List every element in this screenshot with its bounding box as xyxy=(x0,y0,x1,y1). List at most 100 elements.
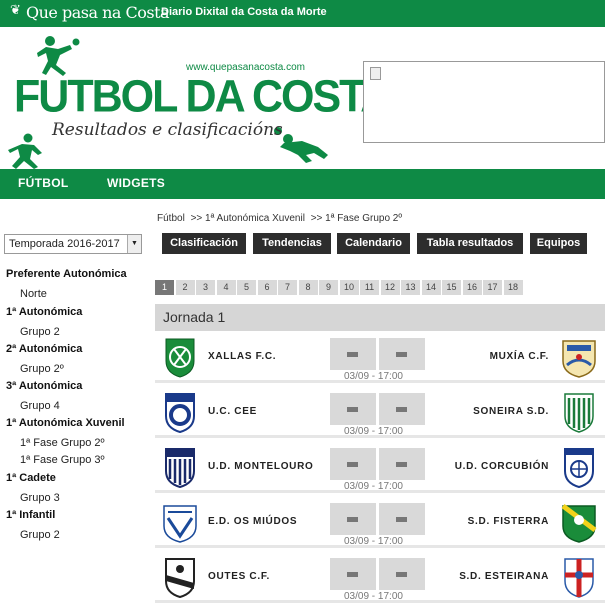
score-dash xyxy=(396,352,407,357)
os-miudos-crest-icon xyxy=(163,505,197,543)
round-button[interactable]: 15 xyxy=(442,280,461,295)
player-kicking-icon xyxy=(37,36,80,76)
score-dash xyxy=(347,572,358,577)
round-button[interactable]: 18 xyxy=(503,280,523,295)
home-score-box xyxy=(330,448,376,480)
montelouro-crest-icon xyxy=(165,448,195,489)
away-team-name[interactable]: S.D. FISTERRA xyxy=(468,516,549,527)
broken-image-icon xyxy=(370,67,381,80)
round-button[interactable]: 9 xyxy=(319,280,338,295)
muxia-crest-icon xyxy=(562,340,596,378)
home-score-box xyxy=(330,558,376,590)
sidebar-section-2-autonomica[interactable]: 2ª Autonómica xyxy=(6,343,82,355)
round-button[interactable]: 5 xyxy=(237,280,256,295)
round-button[interactable]: 1 xyxy=(155,280,174,295)
home-team-name[interactable]: E.D. OS MIÚDOS xyxy=(208,516,297,527)
breadcrumb: Fútbol >> 1ª Autonómica Xuvenil >> 1ª Fa… xyxy=(157,213,405,224)
sidebar-section-preferente[interactable]: Preferente Autonómica xyxy=(6,268,127,280)
sidebar-item[interactable]: Grupo 4 xyxy=(20,400,60,412)
season-select-value: Temporada 2016-2017 xyxy=(9,238,120,250)
sidebar-item[interactable]: Norte xyxy=(20,288,47,300)
player-running-icon xyxy=(8,133,42,169)
uc-cee-crest-icon xyxy=(165,393,195,434)
round-button[interactable]: 10 xyxy=(339,280,359,295)
away-team-name[interactable]: U.D. CORCUBIÓN xyxy=(455,461,549,472)
sidebar-section-1-autonomica[interactable]: 1ª Autonómica xyxy=(6,306,82,318)
logo-title[interactable]: FUTBOL DA COSTA xyxy=(14,72,391,123)
match-row[interactable]: U.C. CEE 03/09 - 17:00 SONEIRA S.D. xyxy=(155,386,605,438)
main-nav: FÚTBOL WIDGETS xyxy=(0,169,605,199)
xallas-crest-icon xyxy=(165,338,195,378)
home-score-box xyxy=(330,503,376,535)
match-time: 03/09 - 17:00 xyxy=(344,591,403,602)
tab-calendario[interactable]: Calendario xyxy=(337,233,410,254)
sidebar-item[interactable]: Grupo 2 xyxy=(20,529,60,541)
brand-logo-text[interactable]: Que pasa na Costa xyxy=(26,3,170,22)
match-row[interactable]: E.D. OS MIÚDOS 03/09 - 17:00 S.D. FISTER… xyxy=(155,496,605,548)
nav-item-widgets[interactable]: WIDGETS xyxy=(107,176,165,190)
sidebar-section-1-xuvenil[interactable]: 1ª Autonómica Xuvenil xyxy=(6,417,125,429)
sidebar-item[interactable]: Grupo 2º xyxy=(20,363,64,375)
ad-banner[interactable] xyxy=(363,61,605,143)
tab-tendencias[interactable]: Tendencias xyxy=(253,233,331,254)
breadcrumb-item[interactable]: >> 1ª Fase Grupo 2º xyxy=(311,213,402,224)
home-team-name[interactable]: OUTES C.F. xyxy=(208,571,270,582)
site-header: www.quepasanacosta.com FUTBOL DA COSTA R… xyxy=(0,27,605,169)
home-score-box xyxy=(330,393,376,425)
score-dash xyxy=(347,352,358,357)
sidebar-section-1-cadete[interactable]: 1ª Cadete xyxy=(6,472,56,484)
match-row[interactable]: U.D. MONTELOURO 03/09 - 17:00 U.D. CORCU… xyxy=(155,441,605,493)
breadcrumb-item[interactable]: >> 1ª Autonómica Xuvenil xyxy=(191,213,305,224)
score-dash xyxy=(396,407,407,412)
jornada-header: Jornada 1 xyxy=(155,304,605,331)
sidebar-item[interactable]: 1ª Fase Grupo 2º xyxy=(20,437,105,449)
home-team-name[interactable]: U.D. MONTELOURO xyxy=(208,461,314,472)
chevron-down-icon: ▼ xyxy=(127,235,141,253)
round-button[interactable]: 11 xyxy=(360,280,379,295)
sidebar-section-1-infantil[interactable]: 1ª Infantil xyxy=(6,509,55,521)
sidebar-item[interactable]: Grupo 3 xyxy=(20,492,60,504)
season-select[interactable]: Temporada 2016-2017 ▼ xyxy=(4,234,142,254)
nav-item-futbol[interactable]: FÚTBOL xyxy=(18,176,68,190)
sidebar-item[interactable]: Grupo 2 xyxy=(20,326,60,338)
home-score-box xyxy=(330,338,376,370)
brand-tagline: Diario Dixital da Costa da Morte xyxy=(161,6,327,18)
tab-tabla-resultados[interactable]: Tabla resultados xyxy=(417,233,523,254)
round-button[interactable]: 2 xyxy=(175,280,195,295)
round-button[interactable]: 16 xyxy=(462,280,482,295)
away-team-name[interactable]: MUXÍA C.F. xyxy=(490,351,549,362)
esteirana-crest-icon xyxy=(564,558,594,598)
round-button[interactable]: 7 xyxy=(278,280,297,295)
round-button[interactable]: 13 xyxy=(401,280,420,295)
away-team-name[interactable]: SONEIRA S.D. xyxy=(473,406,549,417)
tab-equipos[interactable]: Equipos xyxy=(530,233,587,254)
home-team-name[interactable]: U.C. CEE xyxy=(208,406,257,417)
fisterra-crest-icon xyxy=(561,504,597,543)
sidebar-item[interactable]: 1ª Fase Grupo 3º xyxy=(20,454,105,466)
breadcrumb-item[interactable]: Fútbol xyxy=(157,213,185,224)
away-team-name[interactable]: S.D. ESTEIRANA xyxy=(459,571,549,582)
round-button[interactable]: 4 xyxy=(216,280,236,295)
jornada-title: Jornada 1 xyxy=(163,309,226,325)
home-team-name[interactable]: XALLAS F.C. xyxy=(208,351,276,362)
match-time: 03/09 - 17:00 xyxy=(344,371,403,382)
tab-clasificacion[interactable]: Clasificación xyxy=(162,233,246,254)
sidebar-section-3-autonomica[interactable]: 3ª Autonómica xyxy=(6,380,82,392)
match-row[interactable]: OUTES C.F. 03/09 - 17:00 S.D. ESTEIRANA xyxy=(155,551,605,603)
round-button[interactable]: 3 xyxy=(196,280,215,295)
match-time: 03/09 - 17:00 xyxy=(344,536,403,547)
away-score-box xyxy=(379,338,425,370)
round-button[interactable]: 17 xyxy=(483,280,502,295)
round-button[interactable]: 8 xyxy=(298,280,318,295)
round-button[interactable]: 12 xyxy=(380,280,400,295)
round-button[interactable]: 6 xyxy=(257,280,277,295)
site-top-bar: ❦ Que pasa na Costa Diario Dixital da Co… xyxy=(0,0,605,27)
round-button[interactable]: 14 xyxy=(421,280,441,295)
match-row[interactable]: XALLAS F.C. 03/09 - 17:00 MUXÍA C.F. xyxy=(155,331,605,383)
away-score-box xyxy=(379,393,425,425)
match-time: 03/09 - 17:00 xyxy=(344,426,403,437)
score-dash xyxy=(396,462,407,467)
away-score-box xyxy=(379,503,425,535)
away-score-box xyxy=(379,558,425,590)
brand-leaf-icon: ❦ xyxy=(10,3,21,18)
